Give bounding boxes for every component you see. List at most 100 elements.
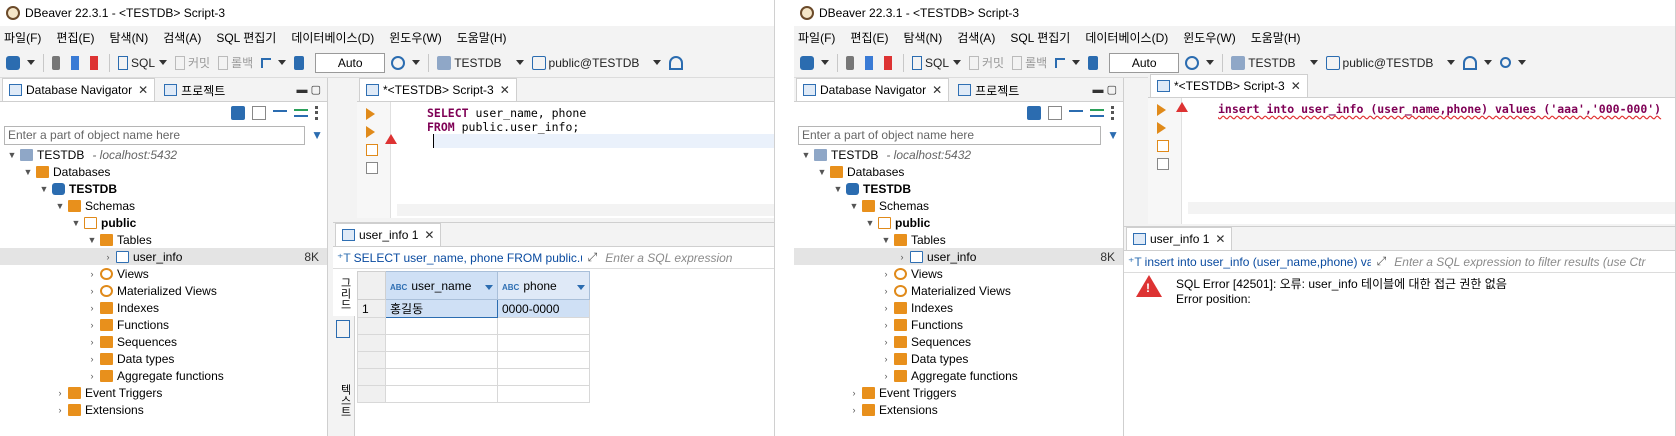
more-icon[interactable] — [315, 106, 319, 120]
tree-node-mviews[interactable]: › Materialized Views — [0, 282, 327, 299]
new-folder-icon[interactable] — [1048, 106, 1062, 120]
commit-button[interactable]: 커밋 — [175, 54, 210, 71]
commit-button[interactable]: 커밋 — [969, 54, 1004, 71]
new-connection-icon[interactable] — [1027, 106, 1041, 120]
close-icon[interactable]: ✕ — [500, 83, 510, 97]
tree-node-database[interactable]: ▼ TESTDB — [794, 180, 1123, 197]
explain-plan-icon[interactable] — [366, 144, 378, 156]
tree-node-views[interactable]: › Views — [0, 265, 327, 282]
menu-file[interactable]: 파일(F) — [4, 29, 41, 46]
tab-script-3[interactable]: *<TESTDB> Script-3 ✕ — [1150, 74, 1308, 97]
tree-node-sequences[interactable]: › Sequences — [0, 333, 327, 350]
expand-icon[interactable]: ⤢ — [588, 250, 598, 265]
tree-node-functions[interactable]: › Functions — [0, 316, 327, 333]
tree-node-table[interactable]: › user_info 8K — [794, 248, 1123, 265]
link-editor-icon[interactable] — [294, 109, 308, 117]
menu-navigate[interactable]: 탐색(N) — [903, 29, 942, 46]
tree-node-indexes[interactable]: › Indexes — [794, 299, 1123, 316]
tree-node-datatypes[interactable]: › Data types — [0, 350, 327, 367]
tree-node-tables[interactable]: ▼ Tables — [794, 231, 1123, 248]
tab-projects[interactable]: 프로젝트 — [157, 78, 233, 101]
new-connection-icon[interactable] — [231, 106, 245, 120]
active-schema-selector[interactable]: public@TESTDB — [531, 55, 662, 70]
tree-node-indexes[interactable]: › Indexes — [0, 299, 327, 316]
close-icon[interactable]: ✕ — [1215, 232, 1225, 246]
menu-sql-editor[interactable]: SQL 편집기 — [1010, 29, 1070, 46]
filter-icon[interactable]: ▼ — [311, 128, 323, 142]
sql-code[interactable]: SELECT user_name, phone FROM public.user… — [427, 106, 774, 148]
tab-database-navigator[interactable]: Database Navigator ✕ — [2, 78, 156, 101]
close-icon[interactable]: ✕ — [424, 228, 434, 242]
close-icon[interactable]: ✕ — [1291, 79, 1301, 93]
execute-statement-icon[interactable] — [1157, 104, 1166, 116]
tree-node-schemas[interactable]: ▼ Schemas — [794, 197, 1123, 214]
new-connection-button[interactable] — [800, 55, 829, 70]
execute-script-icon[interactable] — [1157, 122, 1166, 134]
history-button[interactable] — [391, 55, 421, 70]
tree-node-triggers[interactable]: › Event Triggers — [794, 384, 1123, 401]
close-icon[interactable]: ✕ — [138, 83, 148, 97]
invalidate-button[interactable] — [90, 55, 101, 70]
tree-node-datatypes[interactable]: › Data types — [794, 350, 1123, 367]
result-filter-input[interactable]: Enter a SQL expression to filter results… — [1394, 255, 1645, 269]
object-name-filter-input[interactable]: Enter a part of object name here — [4, 125, 306, 145]
tab-results-user-info[interactable]: user_info 1 ✕ — [335, 223, 442, 246]
collapse-all-icon[interactable] — [1069, 110, 1083, 116]
transaction-mode-button[interactable] — [1055, 57, 1081, 68]
history-button[interactable] — [1185, 55, 1215, 70]
expand-icon[interactable]: ⤢ — [1377, 254, 1387, 269]
tree-node-functions[interactable]: › Functions — [794, 316, 1123, 333]
close-icon[interactable]: ✕ — [932, 83, 942, 97]
sql-code[interactable]: insert into user_info (user_name,phone) … — [1218, 102, 1661, 116]
menu-help[interactable]: 도움말(H) — [1251, 29, 1301, 46]
connect-button[interactable] — [846, 55, 857, 70]
lock-button[interactable] — [294, 55, 307, 70]
column-header-phone[interactable]: ABC phone — [497, 271, 590, 300]
object-name-filter-input[interactable]: Enter a part of object name here — [798, 125, 1102, 145]
table-row[interactable]: 1 홍길동 0000-0000 — [357, 299, 770, 318]
filter-icon[interactable]: ▼ — [1107, 128, 1119, 142]
tab-text[interactable]: 텍스트 — [333, 378, 357, 423]
sql-editor-button[interactable]: SQL — [912, 55, 962, 70]
output-icon[interactable] — [366, 162, 378, 174]
more-icon[interactable] — [1111, 106, 1115, 120]
menu-help[interactable]: 도움말(H) — [457, 29, 507, 46]
menu-search[interactable]: 검색(A) — [957, 29, 995, 46]
disconnect-button[interactable] — [865, 55, 876, 70]
tab-script-3[interactable]: *<TESTDB> Script-3 ✕ — [359, 78, 517, 101]
tree-node-sequences[interactable]: › Sequences — [794, 333, 1123, 350]
invalidate-button[interactable] — [884, 55, 895, 70]
rollback-button[interactable]: 롤백 — [218, 54, 253, 71]
sql-editor-button[interactable]: SQL — [118, 55, 168, 70]
connect-button[interactable] — [52, 55, 63, 70]
result-filter-input[interactable]: Enter a SQL expression — [605, 251, 732, 265]
search-button[interactable] — [1500, 57, 1527, 68]
menu-edit[interactable]: 편집(E) — [850, 29, 888, 46]
active-datasource-selector[interactable]: TESTDB — [1231, 55, 1318, 70]
disconnect-button[interactable] — [71, 55, 82, 70]
link-editor-icon[interactable] — [1090, 109, 1104, 117]
dashboard-button[interactable] — [669, 55, 686, 70]
tree-node-database[interactable]: ▼ TESTDB — [0, 180, 327, 197]
rollback-button[interactable]: 롤백 — [1012, 54, 1047, 71]
new-folder-icon[interactable] — [252, 106, 266, 120]
tree-node-triggers[interactable]: › Event Triggers — [0, 384, 327, 401]
tab-projects[interactable]: 프로젝트 — [951, 78, 1027, 101]
panel-minmax-icon[interactable]: ▬ ▢ — [1093, 83, 1117, 96]
tree-node-aggregates[interactable]: › Aggregate functions — [794, 367, 1123, 384]
cell-phone[interactable]: 0000-0000 — [497, 299, 590, 318]
commit-mode-box[interactable]: Auto — [315, 52, 386, 73]
active-datasource-selector[interactable]: TESTDB — [437, 55, 524, 70]
tree-node-extensions[interactable]: › Extensions — [0, 401, 327, 418]
tree-node-mviews[interactable]: › Materialized Views — [794, 282, 1123, 299]
tree-node-databases[interactable]: ▼ Databases — [794, 163, 1123, 180]
cell-user-name[interactable]: 홍길동 — [385, 299, 498, 318]
menu-edit[interactable]: 편집(E) — [56, 29, 94, 46]
column-header-user-name[interactable]: ABC user_name — [385, 271, 498, 300]
menu-database[interactable]: 데이터베이스(D) — [291, 29, 374, 46]
tree-node-views[interactable]: › Views — [794, 265, 1123, 282]
panel-minmax-icon[interactable]: ▬ ▢ — [297, 83, 321, 96]
commit-mode-box[interactable]: Auto — [1109, 52, 1180, 73]
tree-node-table[interactable]: › user_info 8K — [0, 248, 327, 265]
horizontal-scrollbar[interactable] — [397, 204, 774, 216]
